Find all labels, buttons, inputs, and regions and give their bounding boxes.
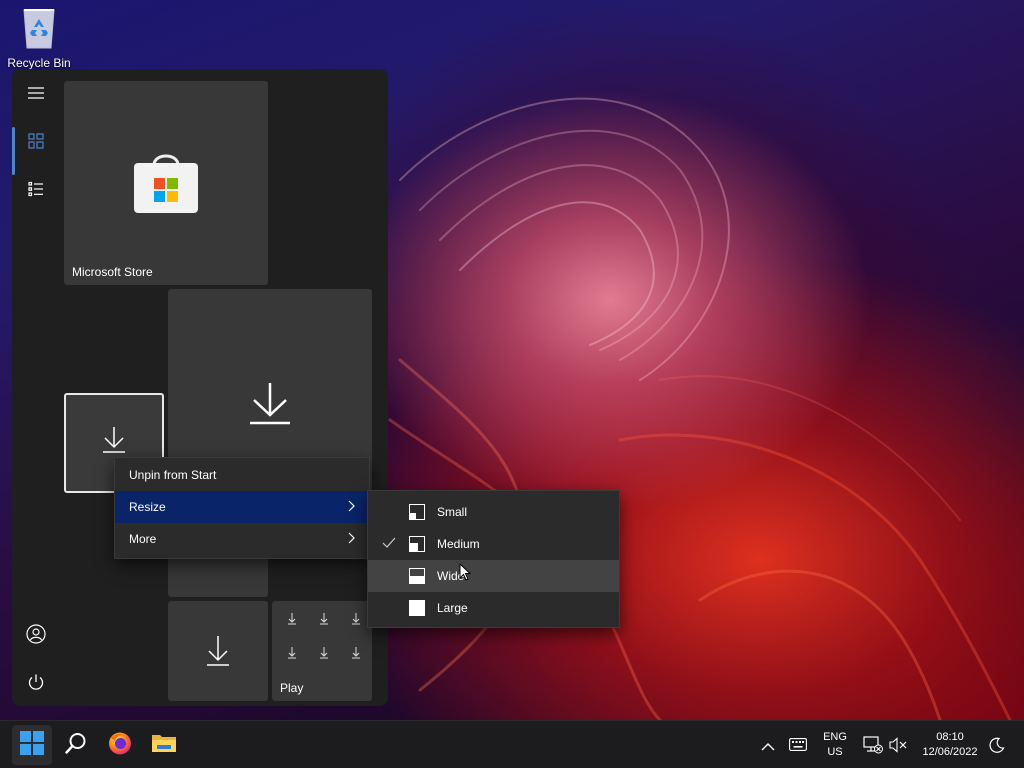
download-icon bbox=[206, 636, 230, 671]
tile-play-folder[interactable]: Play bbox=[272, 601, 372, 701]
search-icon bbox=[65, 732, 87, 759]
resize-option-large[interactable]: Large bbox=[368, 592, 619, 624]
region-code: US bbox=[827, 746, 843, 758]
menu-item-label: More bbox=[129, 532, 157, 546]
start-menu: Microsoft Store Play bbox=[12, 69, 388, 706]
language-code: ENG bbox=[823, 731, 847, 743]
resize-option-wide[interactable]: Wide bbox=[368, 560, 619, 592]
tile-microsoft-store[interactable]: Microsoft Store bbox=[64, 81, 268, 285]
download-icon bbox=[102, 427, 126, 458]
tiles-view-button[interactable] bbox=[12, 123, 60, 175]
search-button[interactable] bbox=[56, 725, 96, 765]
menu-item-resize[interactable]: Resize bbox=[115, 491, 369, 523]
resize-option-small[interactable]: Small bbox=[368, 496, 619, 528]
menu-item-label: Medium bbox=[437, 537, 480, 551]
tiles-view-icon bbox=[28, 132, 44, 154]
resize-submenu: Small Medium Wide Large bbox=[367, 490, 620, 628]
power-button[interactable] bbox=[12, 664, 60, 704]
network-disconnected-icon[interactable] bbox=[863, 736, 883, 759]
tile-pending-app-2[interactable] bbox=[168, 601, 268, 701]
menu-item-label: Large bbox=[437, 601, 468, 615]
volume-muted-icon[interactable] bbox=[889, 737, 907, 758]
file-explorer-icon bbox=[151, 732, 177, 759]
menu-item-label: Small bbox=[437, 505, 468, 519]
hamburger-menu-icon bbox=[28, 86, 44, 105]
menu-item-label: Resize bbox=[129, 500, 166, 514]
download-icon bbox=[248, 383, 292, 430]
microsoft-store-icon bbox=[134, 149, 198, 222]
firefox-button[interactable] bbox=[100, 725, 140, 765]
user-account-icon bbox=[26, 623, 46, 649]
checkmark-icon bbox=[382, 537, 396, 552]
folder-app-grid bbox=[282, 609, 362, 669]
size-medium-icon bbox=[409, 536, 425, 552]
menu-item-label: Unpin from Start bbox=[129, 468, 217, 482]
size-large-icon bbox=[409, 600, 425, 616]
start-button[interactable] bbox=[12, 725, 52, 765]
tile-context-menu: Unpin from Start Resize More bbox=[114, 457, 370, 559]
clock[interactable]: 08:10 12/06/2022 bbox=[914, 730, 986, 760]
recycle-bin-icon bbox=[19, 6, 59, 50]
user-account-button[interactable] bbox=[12, 616, 60, 656]
hamburger-menu-button[interactable] bbox=[12, 75, 60, 115]
recycle-bin-shortcut[interactable]: Recycle Bin bbox=[4, 6, 74, 70]
mouse-cursor-icon bbox=[459, 562, 472, 587]
tile-label: Play bbox=[280, 681, 304, 695]
resize-option-medium[interactable]: Medium bbox=[368, 528, 619, 560]
chevron-up-icon[interactable] bbox=[761, 739, 775, 757]
file-explorer-button[interactable] bbox=[144, 725, 184, 765]
chevron-right-icon bbox=[347, 500, 355, 515]
touch-keyboard-icon[interactable] bbox=[789, 738, 807, 756]
clock-time: 08:10 bbox=[936, 731, 964, 743]
all-apps-button[interactable] bbox=[12, 171, 60, 211]
language-indicator[interactable]: ENG US bbox=[818, 730, 852, 760]
menu-item-more[interactable]: More bbox=[115, 523, 369, 555]
focus-assist-moon-icon[interactable] bbox=[989, 737, 1005, 758]
start-icon bbox=[20, 730, 44, 760]
size-small-icon bbox=[409, 504, 425, 520]
clock-date: 12/06/2022 bbox=[922, 746, 978, 758]
firefox-icon bbox=[108, 731, 132, 760]
taskbar: ENG US 08:10 12/06/2022 bbox=[0, 720, 1024, 768]
start-rail bbox=[12, 69, 60, 706]
tile-label: Microsoft Store bbox=[72, 265, 153, 279]
recycle-bin-label: Recycle Bin bbox=[7, 56, 71, 70]
menu-item-unpin[interactable]: Unpin from Start bbox=[115, 459, 369, 491]
power-icon bbox=[27, 673, 45, 696]
chevron-right-icon bbox=[347, 532, 355, 547]
size-wide-icon bbox=[409, 568, 425, 584]
all-apps-list-icon bbox=[28, 181, 44, 202]
